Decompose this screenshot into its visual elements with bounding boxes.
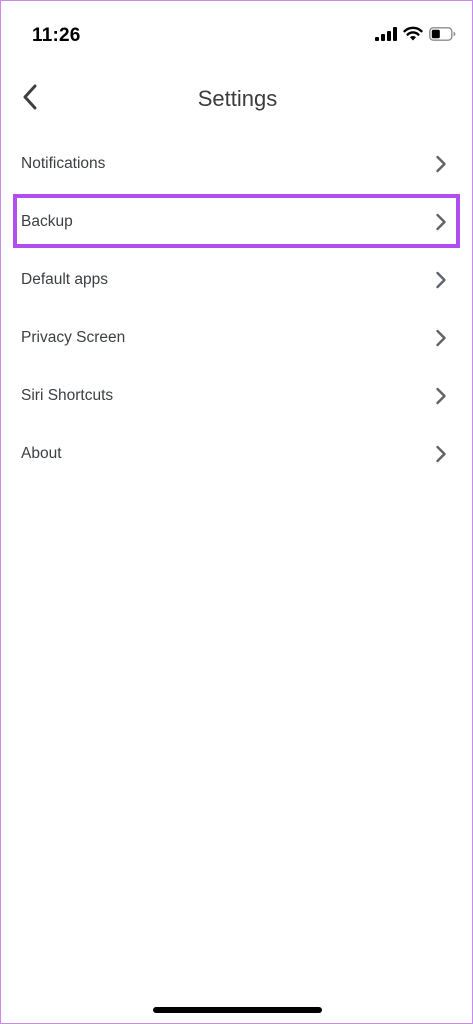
status-bar: 11:26 <box>1 1 473 71</box>
chevron-right-icon <box>434 387 448 405</box>
app-window: 11:26 Settings Notifications Backup Defa… <box>0 0 473 1024</box>
settings-item-backup[interactable]: Backup <box>1 193 473 251</box>
home-indicator[interactable] <box>153 1007 322 1013</box>
settings-item-label: Siri Shortcuts <box>21 387 114 404</box>
settings-item-label: About <box>21 445 62 462</box>
settings-item-label: Privacy Screen <box>21 329 126 346</box>
battery-icon <box>429 26 456 46</box>
chevron-right-icon <box>434 155 448 173</box>
wifi-icon <box>403 26 423 46</box>
cellular-signal-icon <box>375 26 397 46</box>
settings-item-privacy-screen[interactable]: Privacy Screen <box>1 309 473 367</box>
status-icons <box>375 26 456 46</box>
chevron-right-icon <box>434 329 448 347</box>
status-time: 11:26 <box>32 25 81 46</box>
chevron-right-icon <box>434 213 448 231</box>
settings-item-siri-shortcuts[interactable]: Siri Shortcuts <box>1 367 473 425</box>
page-title: Settings <box>197 86 278 111</box>
settings-item-label: Default apps <box>21 271 109 288</box>
chevron-right-icon <box>434 271 448 289</box>
settings-item-about[interactable]: About <box>1 425 473 483</box>
settings-item-notifications[interactable]: Notifications <box>1 135 473 193</box>
settings-item-label: Notifications <box>21 155 106 172</box>
settings-item-label: Backup <box>21 213 73 230</box>
settings-list: Notifications Backup Default apps Privac… <box>1 135 473 483</box>
navigation-header: Settings <box>1 71 473 129</box>
settings-item-default-apps[interactable]: Default apps <box>1 251 473 309</box>
chevron-right-icon <box>434 445 448 463</box>
